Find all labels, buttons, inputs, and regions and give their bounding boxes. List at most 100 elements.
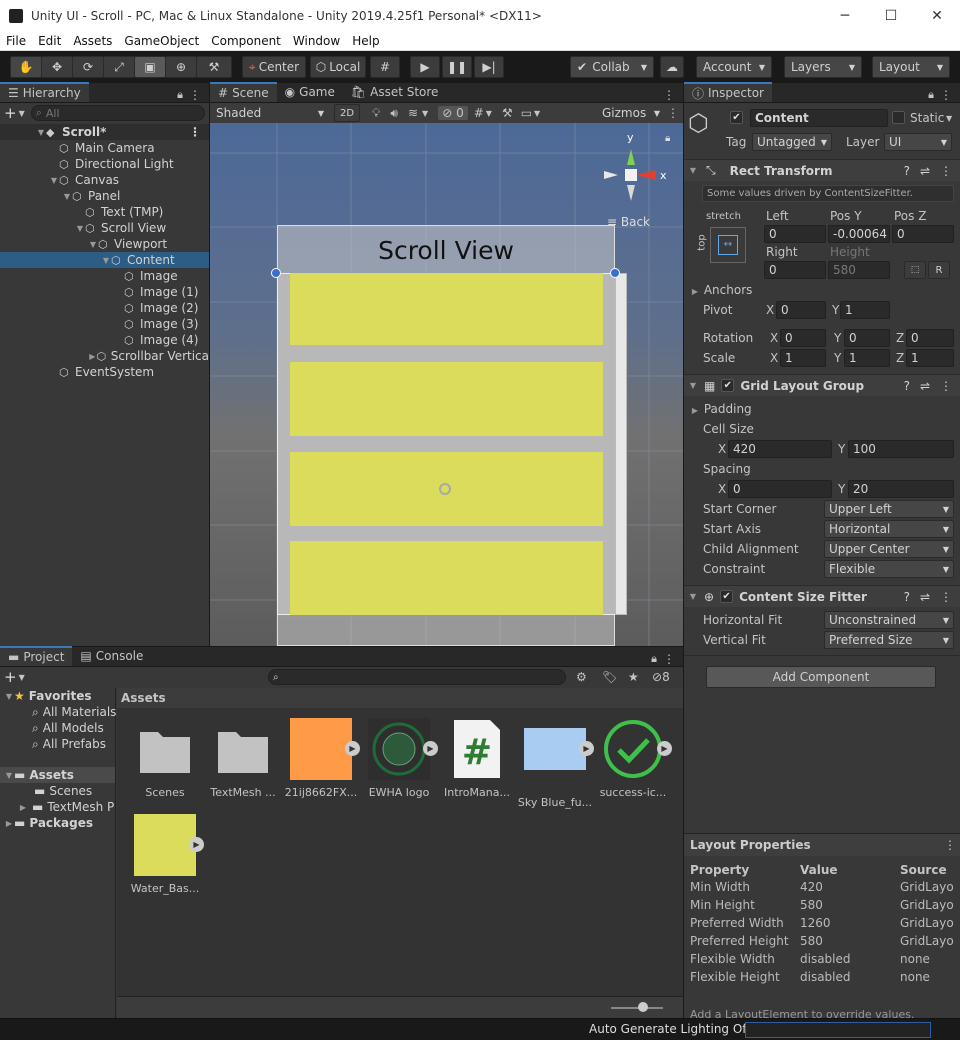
project-breadcrumb[interactable]: Assets <box>117 688 683 708</box>
image-3[interactable] <box>290 541 603 615</box>
layout-dropdown[interactable]: Layout ▼ <box>872 56 950 78</box>
tab-project[interactable]: ▬ Project <box>0 646 73 666</box>
asset-orange[interactable]: ▶ 21ij8662FX... <box>281 718 361 799</box>
add-icon[interactable]: + <box>4 668 17 686</box>
more-menu-icon[interactable]: ⋮ <box>189 88 201 102</box>
preset-icon[interactable]: ⇌ <box>920 379 930 393</box>
menu-component[interactable]: Component <box>205 34 287 48</box>
rotation-y-field[interactable]: 0 <box>844 329 890 347</box>
padding-foldout[interactable]: ▶ Padding <box>690 402 752 416</box>
menu-help[interactable]: Help <box>346 34 385 48</box>
content-size-fitter-header[interactable]: ▼ ⊕ ✔ Content Size Fitter ? ⇌ ⋮ <box>684 585 960 607</box>
grid-icon[interactable]: # <box>474 106 484 120</box>
scale-y-field[interactable]: 1 <box>844 349 890 367</box>
fav-all-materials[interactable]: ⌕ All Materials <box>0 704 116 720</box>
folder-scenes[interactable]: ▬ Scenes <box>0 783 115 799</box>
shading-dropdown[interactable]: Shaded ▼ <box>210 104 330 122</box>
anchor-handle-left[interactable] <box>271 268 281 278</box>
gizmos-dropdown[interactable]: Gizmos ▼ <box>600 104 662 122</box>
pivot-center-toggle[interactable]: ⌖ Center <box>242 56 306 78</box>
layer-dropdown[interactable]: UI ▼ <box>884 133 952 151</box>
lock-view-icon[interactable]: 🔒︎ <box>665 133 670 144</box>
cell-size-y-field[interactable]: 100 <box>848 440 954 458</box>
static-checkbox[interactable] <box>892 111 905 124</box>
fav-all-prefabs[interactable]: ⌕ All Prefabs <box>0 736 115 752</box>
asset-check[interactable]: ▶ success-ic... <box>593 718 673 799</box>
chevron-down-icon[interactable]: ▼ <box>486 109 492 118</box>
lighting-icon[interactable]: 💡︎ <box>372 106 380 121</box>
anchor-presets-button[interactable]: ↔ <box>710 227 746 263</box>
camera-icon[interactable]: ▭ <box>521 106 532 120</box>
expand-icon[interactable]: ▼ <box>88 240 98 249</box>
hand-tool-icon[interactable]: ✋ <box>10 56 42 78</box>
hierarchy-item-image[interactable]: ⬡ Image <box>0 268 209 284</box>
hierarchy-item-viewport[interactable]: ▼ ⬡ Viewport <box>0 236 209 252</box>
more-menu-icon[interactable]: ⋮ <box>663 88 675 102</box>
scene-viewport[interactable]: Scroll View y x 🔒︎ ≡ Back <box>210 123 683 646</box>
gameobject-name-field[interactable]: Content <box>750 109 888 127</box>
hierarchy-item-scroll-view[interactable]: ▼ ⬡ Scroll View <box>0 220 209 236</box>
expand-subassets-icon[interactable]: ▶ <box>579 741 594 756</box>
anchor-handle-right[interactable] <box>610 268 620 278</box>
hierarchy-item-panel[interactable]: ▼ ⬡ Panel <box>0 188 209 204</box>
image-1[interactable] <box>290 362 603 436</box>
search-by-label-icon[interactable]: 🏷︎ <box>602 670 617 684</box>
start-corner-dropdown[interactable]: Upper Left ▼ <box>824 500 954 518</box>
rotate-tool-icon[interactable]: ⟳ <box>72 56 104 78</box>
add-icon[interactable]: + <box>4 104 17 122</box>
grid-snap-icon[interactable]: # <box>370 56 400 78</box>
asset-logo[interactable]: ▶ EWHA logo <box>359 718 439 799</box>
hierarchy-item-content[interactable]: ▼ ⬡ Content <box>0 252 209 268</box>
pivot-y-field[interactable]: 1 <box>840 301 890 319</box>
favorites-node[interactable]: ▼ ★ Favorites <box>0 688 115 704</box>
hierarchy-item-canvas[interactable]: ▼ ⬡ Canvas <box>0 172 209 188</box>
rect-transform-header[interactable]: ▼ ⤡ Rect Transform ? ⇌ ⋮ <box>684 159 960 181</box>
layers-dropdown[interactable]: Layers ▼ <box>784 56 862 78</box>
tab-scene[interactable]: # Scene <box>210 82 277 102</box>
step-button[interactable]: ▶| <box>474 56 504 78</box>
scale-z-field[interactable]: 1 <box>906 349 954 367</box>
spacing-x-field[interactable]: 0 <box>728 480 832 498</box>
custom-tool-icon[interactable]: ⚒ <box>196 56 232 78</box>
account-dropdown[interactable]: Account ▼ <box>696 56 772 78</box>
packages-node[interactable]: ▶ ▬ Packages <box>0 815 115 831</box>
blueprint-mode-button[interactable]: ⬚ <box>904 261 926 279</box>
scrollbar-vertical[interactable] <box>615 273 627 615</box>
component-menu-icon[interactable]: ⋮ <box>940 164 952 178</box>
child-alignment-dropdown[interactable]: Upper Center ▼ <box>824 540 954 558</box>
right-field[interactable]: 0 <box>764 261 826 279</box>
cloud-icon[interactable]: ☁ <box>660 56 684 78</box>
horizontal-fit-dropdown[interactable]: Unconstrained ▼ <box>824 611 954 629</box>
component-menu-icon[interactable]: ⋮ <box>940 379 952 393</box>
expand-subassets-icon[interactable]: ▶ <box>345 741 360 756</box>
lighting-status[interactable]: Auto Generate Lighting Off <box>589 1022 751 1036</box>
component-menu-icon[interactable]: ⋮ <box>940 590 952 604</box>
folder-textmesh[interactable]: ▶ ▬ TextMesh P <box>0 799 115 815</box>
project-search-input[interactable]: ⌕ <box>268 669 566 685</box>
add-component-button[interactable]: Add Component <box>706 666 936 688</box>
rect-tool-icon[interactable]: ▣ <box>134 56 166 78</box>
scene-more-icon[interactable]: ⋮ <box>189 125 201 139</box>
hierarchy-item-image-2[interactable]: ⬡ Image (2) <box>0 300 209 316</box>
scene-gizmo[interactable]: y x <box>600 127 670 207</box>
active-checkbox[interactable]: ✔ <box>730 111 743 124</box>
favorite-star-icon[interactable]: ★ <box>628 670 639 684</box>
menu-assets[interactable]: Assets <box>67 34 118 48</box>
hierarchy-item-directional-light[interactable]: ⬡ Directional Light <box>0 156 209 172</box>
tools-icon[interactable]: ⚒ <box>502 106 513 120</box>
expand-icon[interactable]: ▼ <box>62 192 72 201</box>
chevron-down-icon[interactable]: ▼ <box>19 673 25 682</box>
scale-tool-icon[interactable]: ⤢ <box>103 56 135 78</box>
assets-node[interactable]: ▼ ▬ Assets <box>0 767 115 783</box>
help-icon[interactable]: ? <box>904 164 910 178</box>
expand-subassets-icon[interactable]: ▶ <box>423 741 438 756</box>
asset-folder[interactable]: Scenes <box>125 718 205 799</box>
back-view-label[interactable]: ≡ Back <box>607 215 650 229</box>
expand-icon[interactable]: ▼ <box>75 224 85 233</box>
spacing-y-field[interactable]: 20 <box>848 480 954 498</box>
menu-gameobject[interactable]: GameObject <box>118 34 205 48</box>
asset-yellow[interactable]: ▶ Water_Bas... <box>125 814 205 895</box>
more-menu-icon[interactable]: ⋮ <box>944 838 956 852</box>
play-button[interactable]: ▶ <box>410 56 440 78</box>
more-menu-icon[interactable]: ⋮ <box>940 88 952 102</box>
